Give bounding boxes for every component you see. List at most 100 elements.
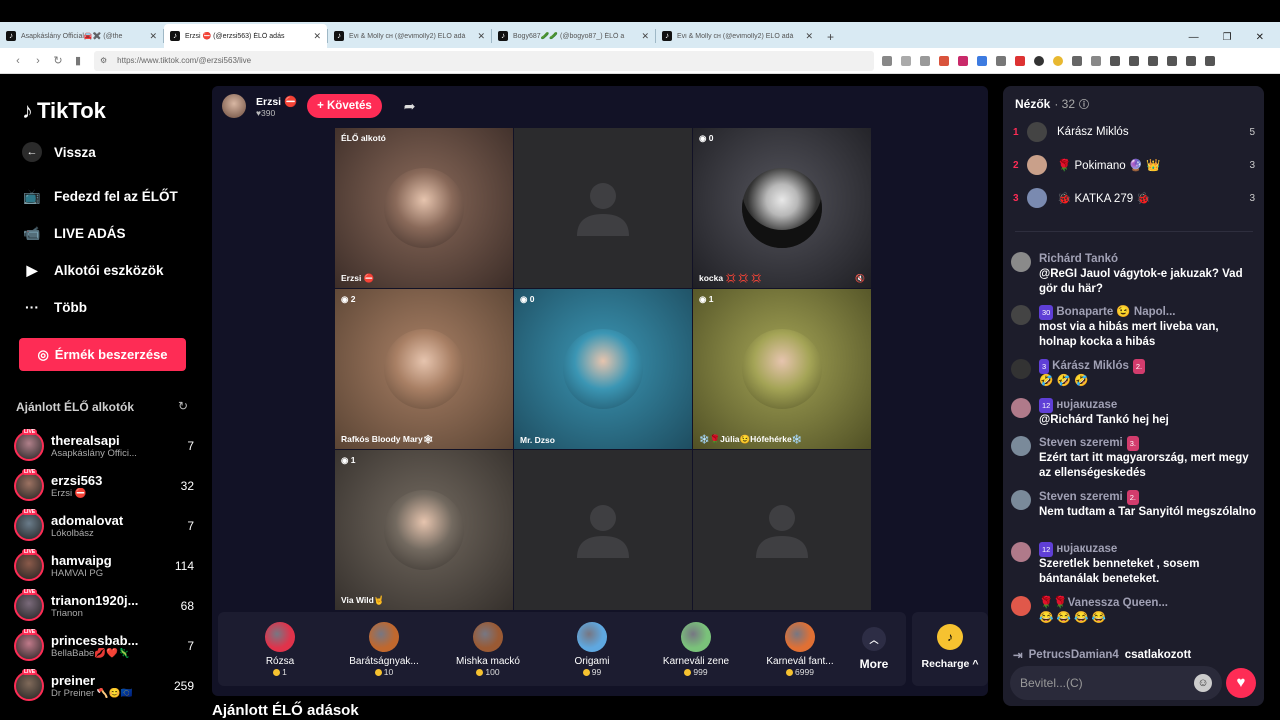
share-icon[interactable]	[920, 55, 930, 66]
browser-tab[interactable]: ♪ Bogy687🥒🥒 (@bogyo87_) ÉLŐ a ✕	[492, 24, 655, 48]
recommended-creator[interactable]: LIVE adomalovat Lókolbász 7	[14, 508, 194, 544]
message-username[interactable]: нυjaкuzaѕe	[1056, 543, 1117, 555]
chat-input[interactable]: Bevitel...(C) ☺	[1010, 666, 1222, 700]
rewards-icon[interactable]	[958, 55, 968, 66]
music-icon[interactable]	[1110, 55, 1120, 66]
extension-icon[interactable]	[882, 55, 892, 66]
message-username[interactable]: 🌹🌹Vanessza Queen...	[1039, 597, 1168, 609]
message-avatar[interactable]	[1011, 305, 1031, 325]
forward-icon[interactable]: ›	[28, 55, 48, 67]
guest-slot[interactable]: ◉ 0 kocka 💢 💢 💢 🔇	[693, 128, 871, 288]
guest-slot[interactable]: ◉ 1 ❄️🌹Júlia😉Hófehérke❄️	[693, 289, 871, 449]
gift-item[interactable]: Origami 99	[540, 621, 644, 677]
top-viewer-row[interactable]: 2 🌹 Pokimano 🔮 👑 3	[1013, 155, 1255, 175]
translate-icon[interactable]	[977, 55, 987, 66]
hls-extension-icon[interactable]	[1015, 55, 1025, 66]
message-avatar[interactable]	[1011, 398, 1031, 418]
extension-icon[interactable]	[1034, 55, 1044, 66]
top-viewer-row[interactable]: 1 Kárász Miklós 5	[1013, 122, 1255, 142]
joined-username[interactable]: PetrucsDamian4	[1029, 649, 1119, 661]
message-username[interactable]: Steven szeremi	[1039, 437, 1123, 449]
extension-icon[interactable]	[996, 55, 1006, 66]
recommended-creator[interactable]: LIVE hamvaipg HAMVAI PG 114	[14, 548, 194, 584]
extension-icon[interactable]	[1091, 55, 1101, 66]
guest-slot[interactable]	[693, 450, 871, 610]
info-icon[interactable]: ⓘ	[1079, 96, 1089, 111]
extension-icon[interactable]	[1053, 55, 1063, 66]
recommended-creator[interactable]: LIVE trianon1920j... Trianon 68	[14, 588, 194, 624]
get-coins-button[interactable]: ◎ Érmék beszerzése	[19, 338, 186, 371]
message-username[interactable]: Bonaparte 😉 Napol...	[1056, 306, 1175, 318]
message-username[interactable]: Steven szeremi	[1039, 491, 1123, 503]
top-viewer-row[interactable]: 3 🐞 KATKA 279 🐞 3	[1013, 188, 1255, 208]
message-username[interactable]: Kárász Miklós	[1052, 360, 1129, 372]
recommended-creator[interactable]: LIVE preiner Dr Preiner 🪓😊🇪🇺 259	[14, 668, 194, 704]
sidebar-item[interactable]: ··· Több	[22, 297, 87, 317]
heart-icon[interactable]: ♥	[1226, 668, 1256, 698]
tiktok-logo[interactable]: ♪ TikTok	[22, 98, 106, 124]
sidebar-icon[interactable]	[1129, 55, 1139, 66]
brave-shield-icon[interactable]	[939, 55, 949, 66]
follow-button[interactable]: + Követés	[307, 94, 382, 118]
viewers-header[interactable]: Nézők · 32 ⓘ	[1015, 96, 1089, 112]
tab-close-icon[interactable]: ✕	[149, 31, 157, 42]
maximize-icon[interactable]: ❐	[1223, 32, 1232, 43]
tab-close-icon[interactable]: ✕	[477, 31, 485, 42]
message-avatar[interactable]	[1011, 359, 1031, 379]
close-window-icon[interactable]: ✕	[1256, 32, 1264, 43]
new-tab-button[interactable]: +	[819, 30, 842, 48]
tab-close-icon[interactable]: ✕	[313, 31, 321, 42]
guest-slot[interactable]	[514, 128, 692, 288]
live-badge: LIVE	[22, 509, 38, 515]
tab-close-icon[interactable]: ✕	[641, 31, 649, 42]
browser-tab[interactable]: ♪ Asapkáslány Official🚘✖️ (@the ✕	[0, 24, 163, 48]
message-avatar[interactable]	[1011, 252, 1031, 272]
guest-slot[interactable]: ◉ 1 Via Wild🤘	[335, 450, 513, 610]
zoom-icon[interactable]	[901, 55, 911, 66]
browser-tab[interactable]: ♪ Évi & Molly сн (@evimolly2) ÉLŐ adá ✕	[656, 24, 819, 48]
message-username[interactable]: Richárd Tankó	[1039, 253, 1118, 265]
message-avatar[interactable]	[1011, 490, 1031, 510]
gift-item[interactable]: Rózsa 1	[228, 621, 332, 677]
leo-icon[interactable]	[1167, 55, 1177, 66]
message-avatar[interactable]	[1011, 596, 1031, 616]
sidebar-item[interactable]: 📹 LIVE ADÁS	[22, 223, 125, 243]
puzzle-icon[interactable]	[1072, 55, 1082, 66]
recommended-creator[interactable]: LIVE princessbab... BellaBabe💋❤️🦎 7	[14, 628, 194, 664]
gift-item[interactable]: Karneváli zene 999	[644, 621, 748, 677]
vpn-icon[interactable]	[1186, 55, 1196, 66]
sidebar-item[interactable]: 📺 Fedezd fel az ÉLŐT	[22, 186, 178, 206]
bookmark-icon[interactable]: ▮	[68, 54, 88, 67]
more-gifts-button[interactable]: ︿ More	[852, 627, 896, 671]
host-name[interactable]: Erzsi ⛔	[256, 95, 297, 108]
guest-slot[interactable]: ◉ 2 Rafkós Bloody Mary🕸	[335, 289, 513, 449]
recommended-creator[interactable]: LIVE therealsapi Asapkáslány Offici... 7	[14, 428, 194, 464]
site-info-icon[interactable]: ⚙	[100, 56, 107, 65]
browser-tab[interactable]: ♪ Erzsi ⛔ (@erzsi563) ÉLŐ adás ✕	[164, 24, 327, 48]
reload-icon[interactable]: ↻	[48, 54, 68, 67]
tab-close-icon[interactable]: ✕	[805, 31, 813, 42]
sidebar-item[interactable]: ▶ Alkotói eszközök	[22, 260, 164, 280]
emoji-icon[interactable]: ☺	[1194, 674, 1212, 692]
message-username[interactable]: нυjaкuzaѕe	[1056, 399, 1117, 411]
guest-slot[interactable]: ÉLŐ alkotó Erzsi ⛔	[335, 128, 513, 288]
gift-item[interactable]: Karnevál fant... 6999	[748, 621, 852, 677]
refresh-icon[interactable]: ↻	[178, 399, 188, 413]
guest-slot[interactable]	[514, 450, 692, 610]
back-link[interactable]: ← Vissza	[22, 142, 96, 162]
wallet-icon[interactable]	[1148, 55, 1158, 66]
recharge-button[interactable]: ♪ Recharge ^	[912, 612, 988, 686]
url-field[interactable]: ⚙ https://www.tiktok.com/@erzsi563/live	[94, 50, 874, 71]
share-arrow-icon[interactable]: ➦	[404, 98, 416, 115]
guest-slot[interactable]: ◉ 0 Mr. Dzso	[514, 289, 692, 449]
menu-icon[interactable]	[1205, 55, 1215, 66]
message-avatar[interactable]	[1011, 542, 1031, 562]
recommended-creator[interactable]: LIVE erzsi563 Erzsi ⛔ 32	[14, 468, 194, 504]
minimize-icon[interactable]: —	[1189, 32, 1199, 43]
browser-tab[interactable]: ♪ Évi & Molly сн (@evimolly2) ÉLŐ adá ✕	[328, 24, 491, 48]
host-avatar[interactable]	[222, 94, 246, 118]
gift-item[interactable]: Mishka mackó 100	[436, 621, 540, 677]
message-avatar[interactable]	[1011, 436, 1031, 456]
back-icon[interactable]: ‹	[8, 55, 28, 67]
gift-item[interactable]: Barátságnyak... 10	[332, 621, 436, 677]
